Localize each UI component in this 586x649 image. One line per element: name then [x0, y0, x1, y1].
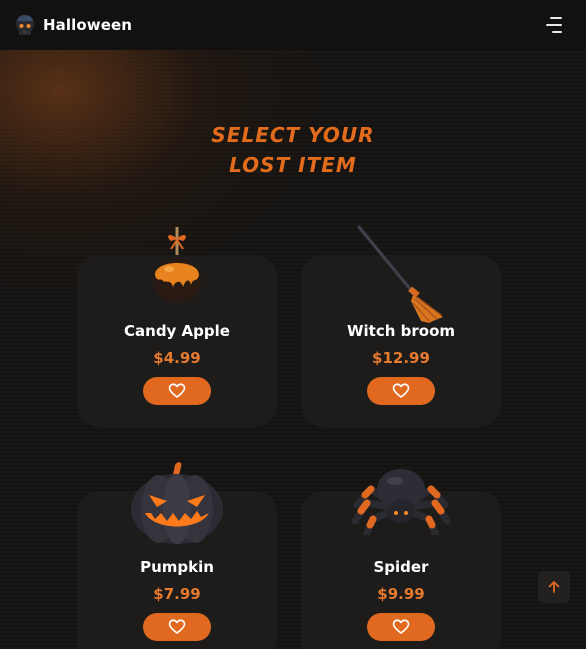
favorite-button[interactable]: [143, 613, 211, 641]
product-card-pumpkin[interactable]: Pumpkin $7.99: [77, 462, 277, 649]
favorite-button[interactable]: [367, 377, 435, 405]
product-name: Pumpkin: [140, 558, 214, 576]
heart-icon: [168, 619, 186, 634]
product-price: $4.99: [153, 349, 201, 367]
witch-broom-icon: [357, 225, 443, 323]
product-card-candy-apple[interactable]: Candy Apple $4.99: [77, 227, 277, 427]
brand[interactable]: Halloween: [14, 14, 132, 36]
favorite-button[interactable]: [367, 613, 435, 641]
product-price: $7.99: [153, 585, 201, 603]
skull-icon: [16, 15, 34, 35]
app-title: Halloween: [43, 16, 133, 34]
product-name: Spider: [373, 558, 429, 576]
spider-icon: [351, 469, 451, 535]
product-name: Candy Apple: [124, 322, 230, 340]
favorite-button[interactable]: [143, 377, 211, 405]
heart-icon: [392, 383, 410, 398]
section-title-line-2: LOST ITEM: [229, 153, 357, 177]
section-title: SELECT YOUR LOST ITEM: [0, 120, 586, 180]
product-price: $12.99: [372, 349, 430, 367]
section-title-line-1: SELECT YOUR: [211, 123, 375, 147]
product-card-spider[interactable]: Spider $9.99: [301, 469, 501, 649]
heart-icon: [392, 619, 410, 634]
heart-icon: [168, 383, 186, 398]
pumpkin-icon: [131, 462, 223, 544]
product-price: $9.99: [377, 585, 425, 603]
top-navbar: Halloween: [0, 0, 586, 50]
hamburger-menu-icon[interactable]: [544, 17, 562, 33]
arrow-up-icon: [548, 581, 560, 593]
product-card-witch-broom[interactable]: Witch broom $12.99: [301, 225, 501, 427]
scroll-to-top-button[interactable]: [538, 571, 570, 603]
candy-apple-icon: [153, 227, 201, 303]
